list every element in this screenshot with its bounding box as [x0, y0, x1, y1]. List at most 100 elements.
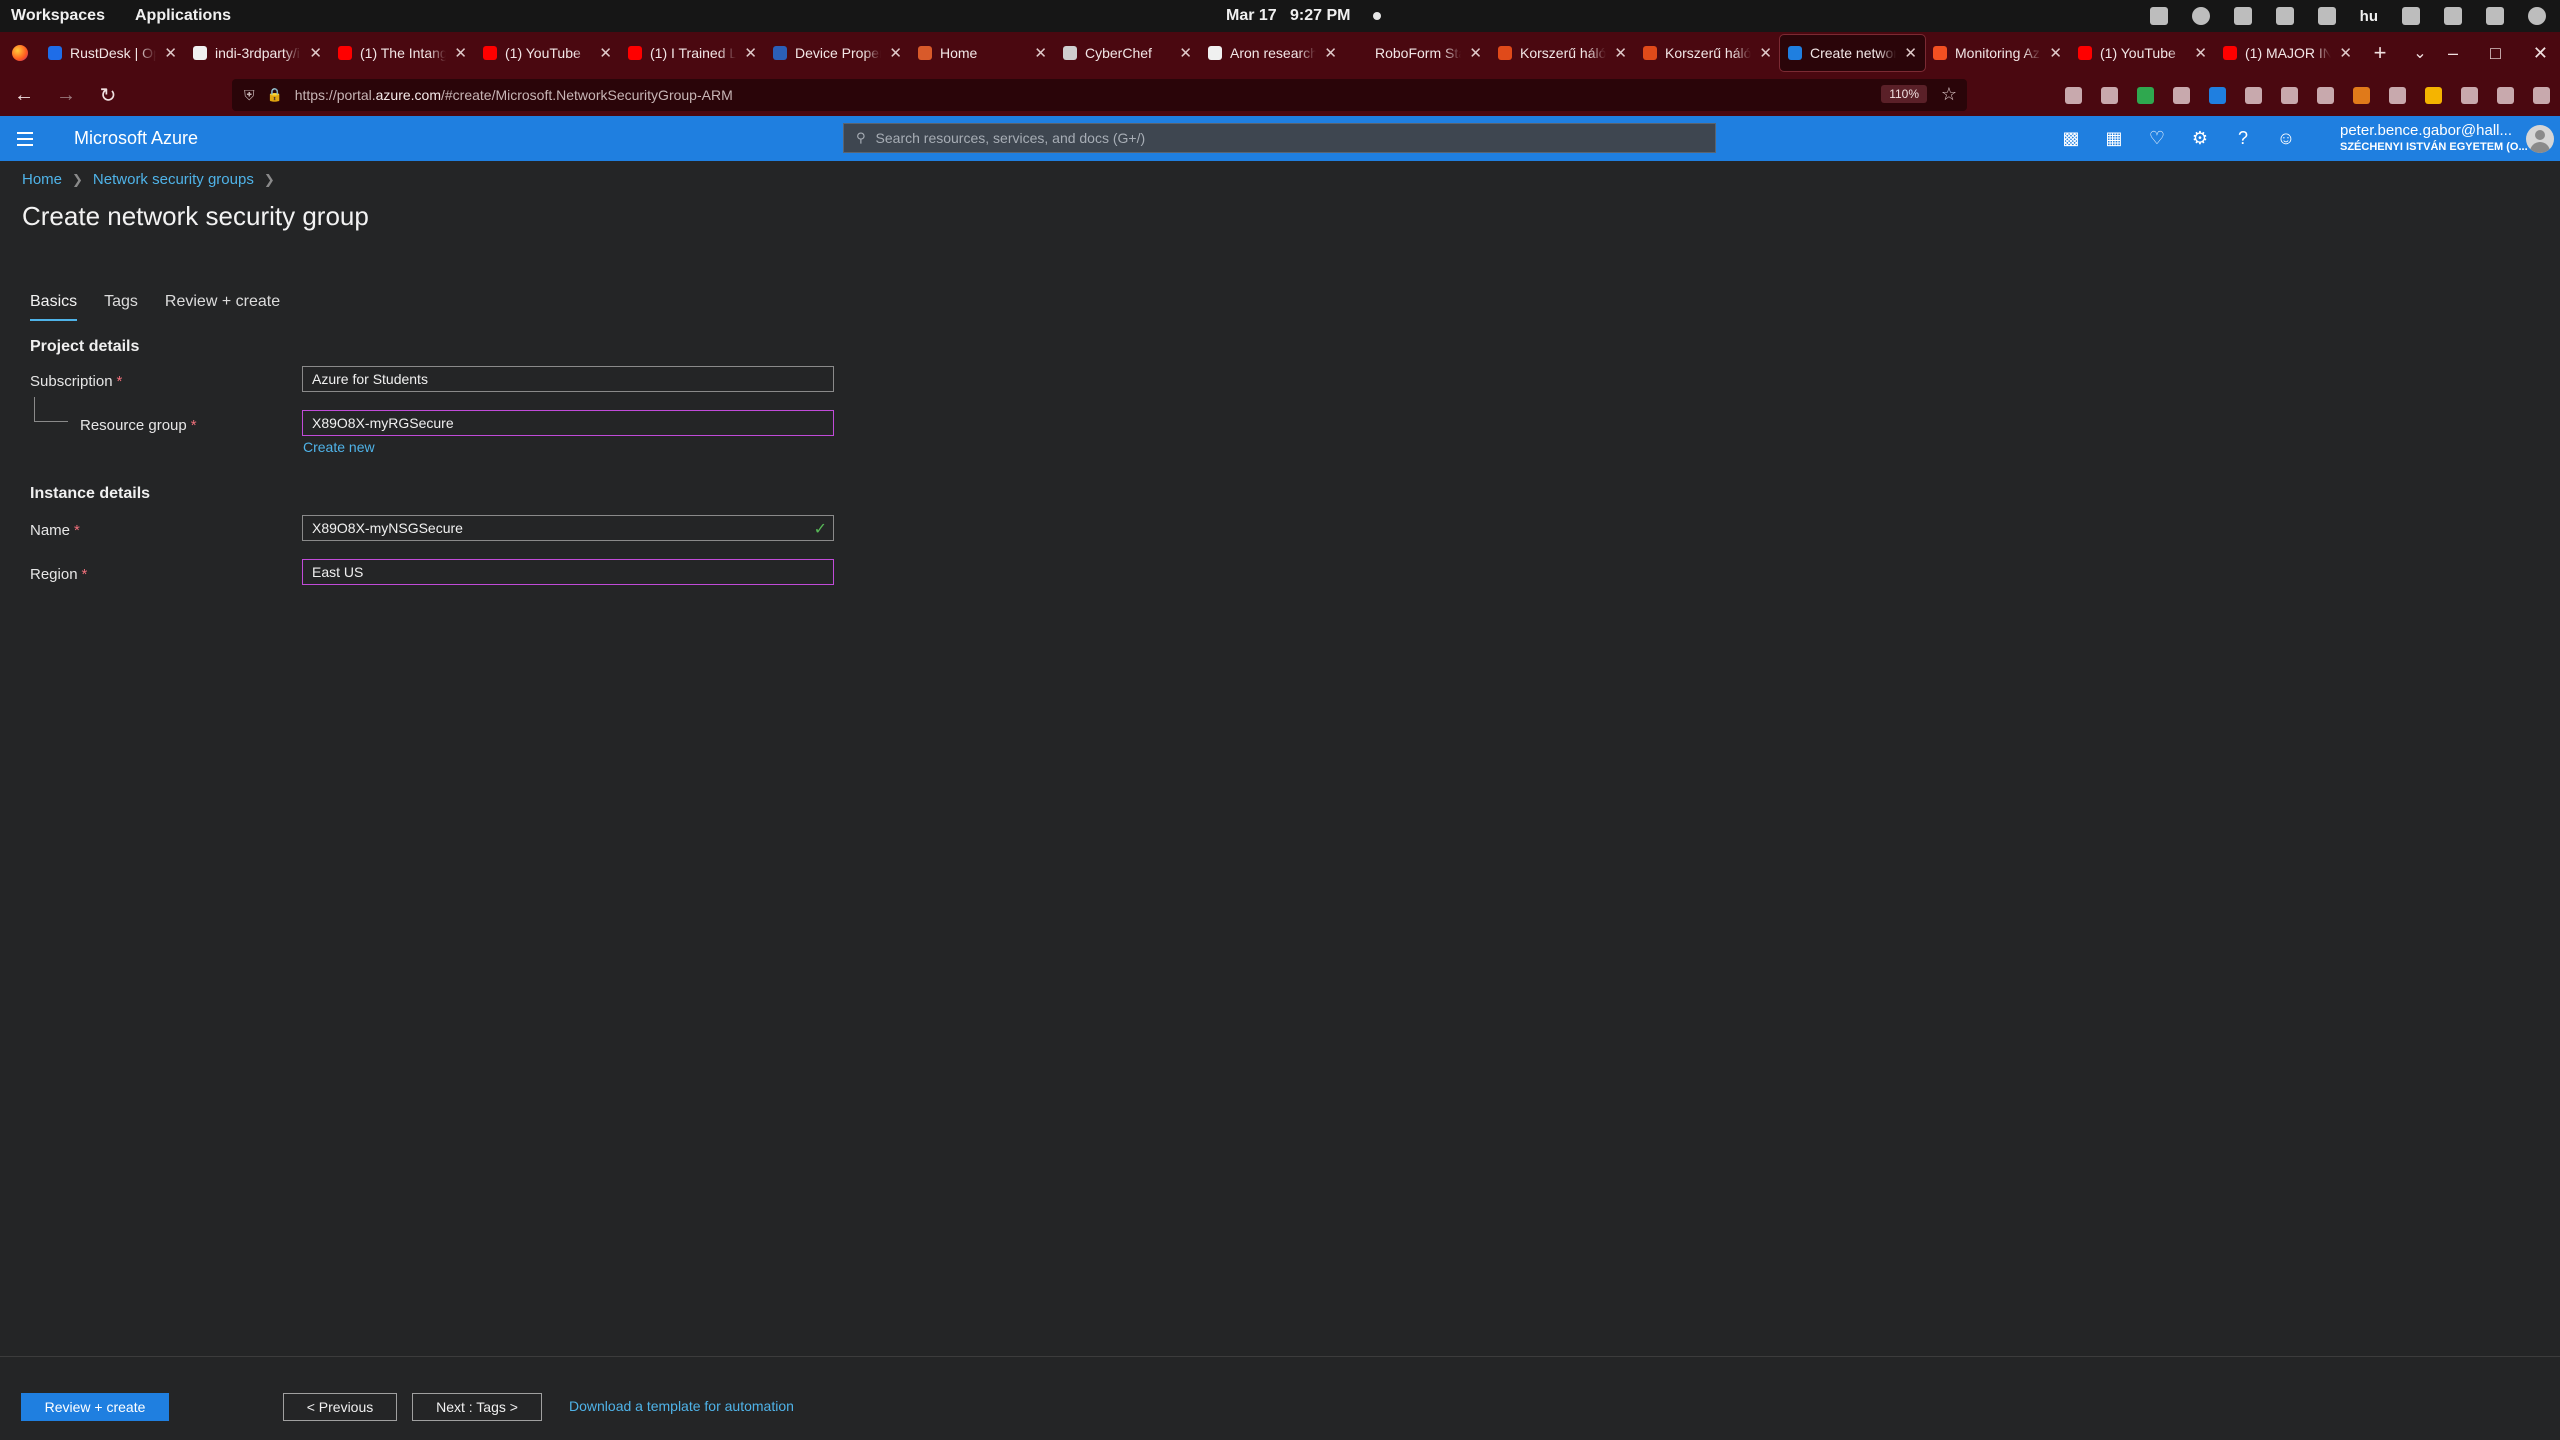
tab-title: Home [940, 45, 978, 61]
close-tab-icon[interactable]: ✕ [1179, 44, 1192, 62]
global-search-input[interactable]: ⚲ Search resources, services, and docs (… [843, 123, 1716, 153]
browser-tab[interactable]: RustDesk | Op ✕ [40, 35, 185, 71]
lock-icon[interactable]: 🔒 [267, 87, 283, 103]
browser-tab[interactable]: (1) I Trained Li ✕ [620, 35, 765, 71]
close-tab-icon[interactable]: ✕ [1034, 44, 1047, 62]
bluetooth-icon[interactable] [2275, 7, 2294, 25]
tab-favicon-icon [1353, 46, 1367, 60]
feedback-icon[interactable]: ☺ [2275, 128, 2297, 150]
browser-tab[interactable]: CyberChef ✕ [1055, 35, 1200, 71]
clock[interactable]: Mar 17 9:27 PM [1226, 0, 1381, 32]
url-bar[interactable]: ⛨ 🔒 https://portal.azure.com/#create/Mic… [232, 79, 1967, 111]
pocket-icon[interactable] [2065, 86, 2082, 104]
close-tab-icon[interactable]: ✕ [1324, 44, 1337, 62]
subscription-select[interactable]: Azure for Students [302, 366, 834, 392]
name-input[interactable]: X89O8X-myNSGSecure ✓ [302, 515, 834, 541]
workspaces-menu[interactable]: Workspaces [11, 7, 105, 25]
directory-filter-icon[interactable]: ▦ [2103, 128, 2125, 150]
network-icon[interactable] [2317, 7, 2336, 25]
notifications-bell-icon[interactable]: ♡ [2146, 128, 2168, 150]
review-create-button[interactable]: Review + create [21, 1393, 169, 1421]
maximize-window-button[interactable]: □ [2490, 43, 2501, 64]
browser-tab[interactable]: Korszerű hálóz ✕ [1490, 35, 1635, 71]
download-template-link[interactable]: Download a template for automation [569, 1398, 794, 1414]
messenger-tray-icon[interactable] [2191, 7, 2210, 25]
browser-tab[interactable]: RoboForm Start P ✕ [1345, 35, 1490, 71]
browser-tab[interactable]: (1) MAJOR INSI ✕ [2215, 35, 2360, 71]
zoom-level[interactable]: 110% [1881, 85, 1927, 103]
tracking-shield-icon[interactable]: ⛨ [244, 87, 255, 104]
close-tab-icon[interactable]: ✕ [1469, 44, 1482, 62]
extensions-menu-icon[interactable] [2497, 86, 2514, 104]
extension-icon[interactable] [2173, 86, 2190, 104]
app-tray-icon[interactable] [2233, 7, 2252, 25]
keyboard-layout[interactable]: hu [2360, 8, 2378, 25]
create-new-resource-group-link[interactable]: Create new [303, 439, 375, 455]
close-tab-icon[interactable]: ✕ [1759, 44, 1772, 62]
help-icon[interactable]: ? [2232, 128, 2254, 150]
extension-icon[interactable] [2425, 86, 2442, 104]
breadcrumb-home[interactable]: Home [22, 171, 62, 188]
browser-tab[interactable]: Monitoring Azu ✕ [1925, 35, 2070, 71]
browser-tab[interactable]: Korszerű hálóz ✕ [1635, 35, 1780, 71]
close-tab-icon[interactable]: ✕ [2339, 44, 2352, 62]
tab-list-dropdown-icon[interactable]: ⌄ [2400, 35, 2440, 71]
close-tab-icon[interactable]: ✕ [889, 44, 902, 62]
region-select[interactable]: East US [302, 559, 834, 585]
extension-icon[interactable] [2389, 86, 2406, 104]
next-tags-button[interactable]: Next : Tags > [412, 1393, 542, 1421]
extension-icon[interactable] [2317, 86, 2334, 104]
breadcrumb-network-security-groups[interactable]: Network security groups [93, 171, 254, 188]
back-button[interactable]: ← [6, 77, 42, 113]
applications-menu[interactable]: Applications [135, 7, 231, 25]
tab-title: (1) I Trained Li [650, 45, 737, 61]
browser-tab[interactable]: Home ✕ [910, 35, 1055, 71]
extension-icon[interactable] [2281, 86, 2298, 104]
close-tab-icon[interactable]: ✕ [454, 44, 467, 62]
browser-tab[interactable]: (1) YouTube ✕ [2070, 35, 2215, 71]
forward-button[interactable]: → [48, 77, 84, 113]
tab-basics[interactable]: Basics [30, 293, 78, 321]
azure-brand[interactable]: Microsoft Azure [74, 128, 198, 149]
extension-icon[interactable] [2137, 86, 2154, 104]
close-tab-icon[interactable]: ✕ [2049, 44, 2062, 62]
volume-icon[interactable] [2444, 7, 2462, 25]
resource-group-select[interactable]: X89O8X-myRGSecure [302, 410, 834, 436]
close-window-button[interactable]: ✕ [2533, 43, 2548, 64]
close-tab-icon[interactable]: ✕ [1904, 44, 1917, 62]
browser-tab[interactable]: (1) The Intangi ✕ [330, 35, 475, 71]
hamburger-menu-icon[interactable] [2533, 86, 2550, 104]
battery-icon[interactable] [2486, 7, 2504, 25]
new-tab-button[interactable]: + [2360, 35, 2400, 71]
cloud-shell-icon[interactable]: ▩ [2060, 128, 2082, 150]
display-icon[interactable] [2402, 7, 2420, 25]
browser-tab[interactable]: Aron research ✕ [1200, 35, 1345, 71]
close-tab-icon[interactable]: ✕ [599, 44, 612, 62]
reload-button[interactable]: ↻ [90, 77, 126, 113]
browser-tab[interactable]: (1) YouTube ✕ [475, 35, 620, 71]
browser-tab[interactable]: indi-3rdparty/i ✕ [185, 35, 330, 71]
previous-button[interactable]: < Previous [283, 1393, 397, 1421]
extension-icon[interactable] [2461, 86, 2478, 104]
tab-tags[interactable]: Tags [104, 293, 138, 321]
close-tab-icon[interactable]: ✕ [309, 44, 322, 62]
teams-tray-icon[interactable] [2149, 7, 2168, 25]
close-tab-icon[interactable]: ✕ [164, 44, 177, 62]
close-tab-icon[interactable]: ✕ [744, 44, 757, 62]
portal-menu-icon[interactable] [0, 116, 50, 161]
bookmark-star-icon[interactable]: ☆ [1941, 84, 1957, 105]
downloads-icon[interactable] [2101, 86, 2118, 104]
settings-gear-icon[interactable]: ⚙ [2189, 128, 2211, 150]
tab-review-create[interactable]: Review + create [165, 293, 280, 321]
account-menu[interactable]: peter.bence.gabor@hall... SZÉCHENYI ISTV… [2340, 122, 2528, 154]
close-tab-icon[interactable]: ✕ [2194, 44, 2207, 62]
extension-icon[interactable] [2245, 86, 2262, 104]
close-tab-icon[interactable]: ✕ [1614, 44, 1627, 62]
avatar[interactable] [2526, 125, 2554, 153]
minimize-window-button[interactable]: – [2448, 43, 2458, 64]
extension-icon[interactable] [2209, 86, 2226, 104]
browser-tab[interactable]: Create network ✕ [1779, 34, 1926, 72]
power-icon[interactable] [2528, 7, 2546, 25]
extension-icon[interactable] [2353, 86, 2370, 104]
browser-tab[interactable]: Device Propert ✕ [765, 35, 910, 71]
